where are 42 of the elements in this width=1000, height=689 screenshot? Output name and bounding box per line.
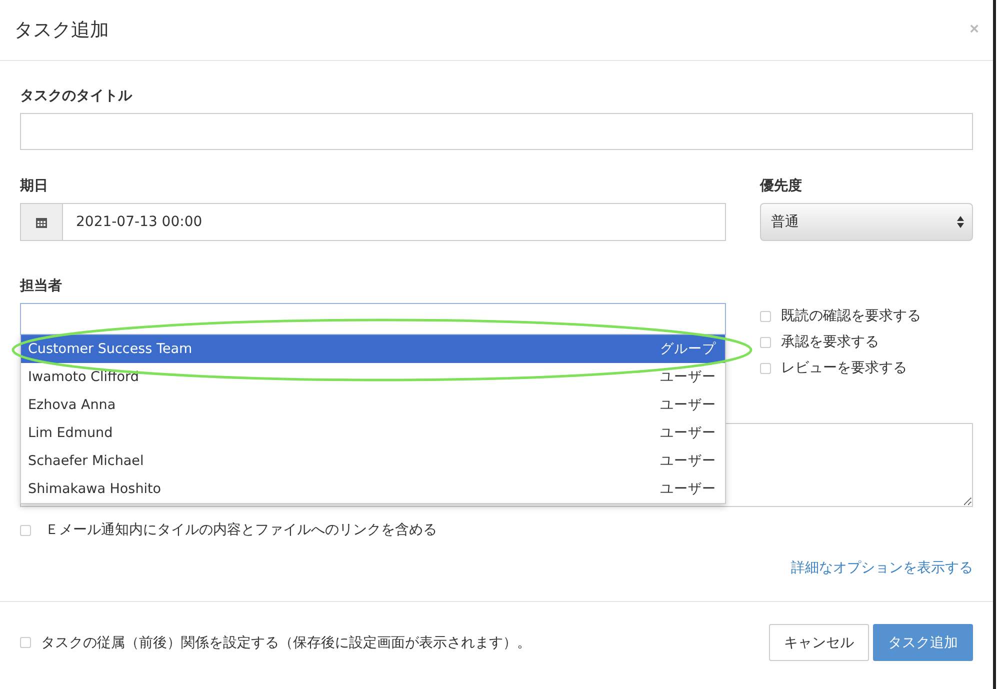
checkbox-label[interactable]: タスクの従属（前後）関係を設定する（保存後に設定画面が表示されます）。: [41, 634, 531, 652]
checkbox[interactable]: [760, 362, 771, 374]
suggestion-item[interactable]: Ezhova Anna ユーザー: [21, 391, 725, 419]
priority-select[interactable]: 普通: [760, 203, 973, 241]
calendar-icon: [36, 216, 47, 228]
checkbox[interactable]: [760, 310, 771, 322]
checkbox-label[interactable]: Ｅメール通知内にタイルの内容とファイルへのリンクを含める: [45, 521, 437, 539]
suggestion-name: Lim Edmund: [28, 425, 113, 441]
suggestion-item[interactable]: Iwamoto Clifford ユーザー: [21, 363, 725, 391]
suggestion-type: ユーザー: [660, 368, 716, 386]
suggestion-name: Schaefer Michael: [28, 453, 144, 469]
field-label: タスクのタイトル: [20, 87, 134, 105]
suggestion-type: ユーザー: [660, 452, 716, 470]
assignee-input[interactable]: [20, 303, 726, 335]
suggestion-type: ユーザー: [660, 480, 716, 498]
suggestion-name: Customer Success Team: [28, 341, 192, 357]
field-label: 期日: [20, 177, 49, 195]
updown-arrows-icon: [957, 216, 964, 228]
checkbox-label[interactable]: 既読の確認を要求する: [781, 307, 921, 325]
suggestion-name: Ezhova Anna: [28, 397, 116, 413]
title-input[interactable]: [20, 113, 973, 150]
checkbox[interactable]: [20, 524, 31, 536]
field-label: 優先度: [760, 177, 803, 195]
dialog-title: タスク追加: [14, 18, 109, 43]
suggestion-name: Shimakawa Hoshito: [28, 481, 162, 497]
field-label: 担当者: [20, 277, 63, 295]
suggestion-item[interactable]: Lim Edmund ユーザー: [21, 419, 725, 447]
select-value: 普通: [771, 213, 799, 231]
suggestion-name: Iwamoto Clifford: [28, 369, 139, 385]
suggestion-item[interactable]: Customer Success Team グループ: [21, 335, 725, 363]
suggestion-type: グループ: [660, 340, 716, 358]
suggestion-type: ユーザー: [660, 396, 716, 414]
advanced-options-link[interactable]: 詳細なオプションを表示する: [791, 559, 973, 577]
suggestion-type: ユーザー: [660, 424, 716, 442]
suggestion-item[interactable]: Schaefer Michael ユーザー: [21, 447, 725, 475]
checkbox-label[interactable]: 承認を要求する: [781, 333, 879, 351]
checkbox[interactable]: [20, 637, 31, 648]
checkbox-label[interactable]: レビューを要求する: [781, 359, 907, 377]
cancel-button[interactable]: キャンセル: [769, 624, 869, 661]
date-input[interactable]: 2021-07-13 00:00: [62, 203, 726, 241]
checkbox[interactable]: [760, 336, 771, 348]
suggestion-item[interactable]: Shimakawa Hoshito ユーザー: [21, 475, 725, 503]
